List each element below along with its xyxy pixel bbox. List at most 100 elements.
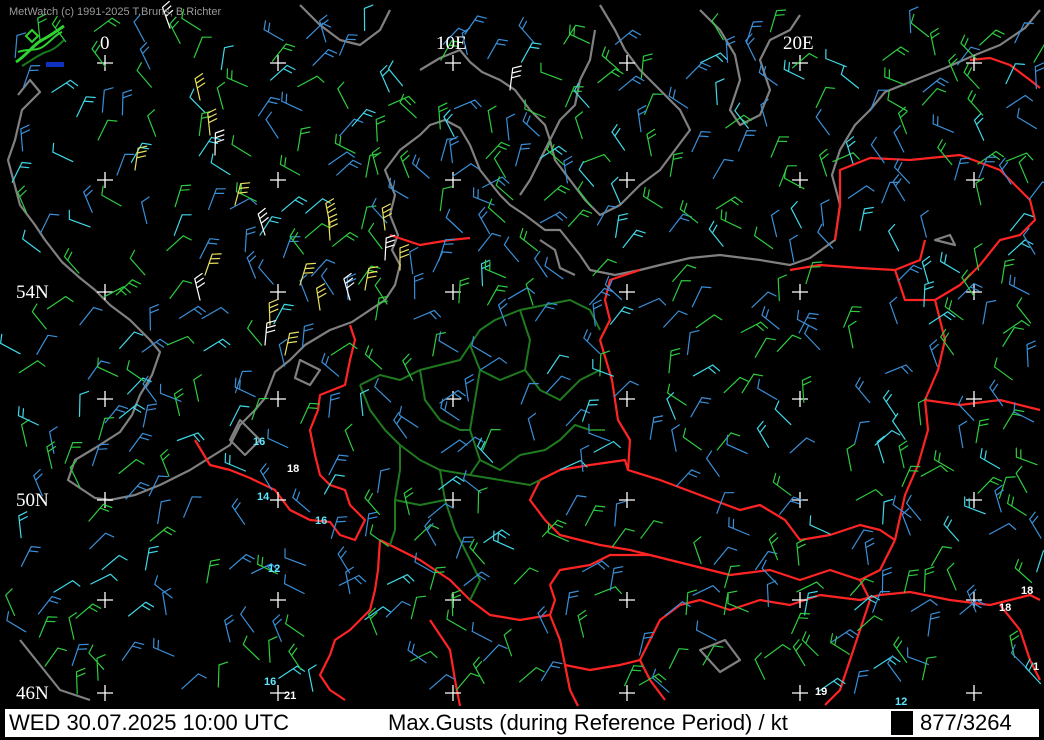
wind-barb	[515, 143, 532, 167]
wind-barb	[71, 643, 89, 667]
wind-barb	[887, 655, 902, 682]
wind-barb	[715, 78, 725, 106]
wind-barb	[815, 108, 830, 136]
wind-barb	[1034, 62, 1044, 90]
wind-barb	[544, 185, 570, 201]
wind-barb	[1026, 340, 1036, 368]
wind-barb	[691, 131, 711, 153]
wind-barb	[791, 612, 811, 635]
wind-barb	[445, 208, 463, 234]
wind-barb	[503, 628, 513, 657]
wind-barb	[854, 420, 870, 445]
wind-barb	[898, 106, 908, 135]
wind-barb	[339, 118, 364, 137]
wind-barb	[583, 329, 601, 354]
station-value: 21	[284, 690, 297, 702]
wind-barb	[413, 272, 424, 300]
wind-barb	[279, 154, 301, 176]
wind-barb	[493, 150, 506, 179]
wind-barb	[609, 306, 634, 325]
wind-barb	[783, 168, 805, 190]
wind-barb	[745, 33, 756, 61]
wind-barb	[377, 468, 391, 494]
wind-barb	[265, 111, 279, 139]
wind-barb	[283, 574, 305, 595]
wind-barb	[1005, 152, 1034, 162]
wind-barb	[242, 635, 260, 661]
wind-barb	[825, 48, 847, 68]
map-credit: MetWatch (c) 1991-2025 T.Bruns, B.Richte…	[9, 6, 222, 18]
wind-barb	[671, 424, 680, 452]
wind-barb	[840, 65, 860, 89]
wind-barb	[487, 38, 509, 60]
wind-barb	[588, 423, 611, 442]
wind-barb	[885, 364, 913, 374]
wind-barb	[339, 34, 358, 56]
wind-barb	[979, 448, 1001, 470]
wind-barb	[998, 476, 1016, 499]
wind-barb	[292, 488, 311, 513]
wind-barb	[611, 124, 626, 151]
wind-barb	[757, 378, 778, 400]
wind-barb	[282, 236, 301, 259]
wind-barb	[454, 99, 482, 110]
wind-barb	[618, 75, 645, 91]
wind-barb	[387, 60, 404, 87]
wind-barb	[927, 611, 941, 637]
wind-barb	[129, 249, 146, 276]
grid-cross	[792, 172, 808, 188]
wind-barb	[676, 469, 701, 487]
wind-barb	[979, 29, 1005, 46]
wind-barb	[692, 585, 721, 596]
wind-barb	[613, 380, 639, 398]
wind-barb	[365, 153, 380, 178]
wind-barb	[546, 375, 571, 393]
wind-barb	[792, 639, 806, 667]
wind-barb	[663, 310, 688, 328]
wind-barb	[1001, 258, 1015, 284]
station-value: 18	[1021, 585, 1034, 597]
wind-barb	[594, 586, 622, 596]
wind-barb	[804, 324, 821, 351]
wind-barb	[495, 176, 514, 201]
grid-cross	[792, 284, 808, 300]
station-value: 16	[315, 515, 328, 527]
wind-barb	[957, 283, 983, 300]
grid-cross	[97, 685, 113, 701]
wind-barb	[455, 672, 480, 691]
wind-barb	[207, 108, 218, 136]
wind-barb	[601, 46, 620, 71]
wind-barb	[18, 511, 28, 539]
wind-barb	[429, 566, 446, 590]
wind-barb	[464, 15, 487, 35]
wind-barb	[855, 377, 871, 404]
wind-barb	[46, 295, 74, 310]
wind-barb	[1008, 239, 1034, 256]
wind-barb	[224, 452, 247, 472]
station-value: 12	[895, 696, 908, 708]
wind-barb	[344, 423, 354, 452]
wind-barb	[882, 389, 897, 417]
wind-barb	[429, 674, 455, 690]
wind-barb	[368, 222, 383, 250]
wind-barb	[21, 419, 30, 447]
wind-barb	[231, 135, 252, 157]
wind-barb	[203, 338, 231, 352]
wind-barb	[297, 126, 311, 152]
wind-barb	[78, 390, 90, 417]
wind-barb	[796, 538, 806, 566]
wind-barb	[929, 339, 939, 367]
wind-barb	[521, 42, 542, 63]
wind-barb	[6, 611, 27, 633]
wind-barb	[1006, 94, 1034, 109]
wind-barb	[637, 105, 648, 133]
wind-barb	[483, 644, 508, 662]
wind-barb	[174, 184, 192, 208]
wind-barb	[798, 312, 819, 334]
station-value: 16	[264, 676, 277, 688]
wind-barb	[411, 154, 430, 179]
wind-barb	[720, 209, 742, 229]
wind-barb	[723, 376, 749, 394]
wind-barb	[1015, 447, 1038, 466]
wind-barb	[948, 53, 958, 82]
